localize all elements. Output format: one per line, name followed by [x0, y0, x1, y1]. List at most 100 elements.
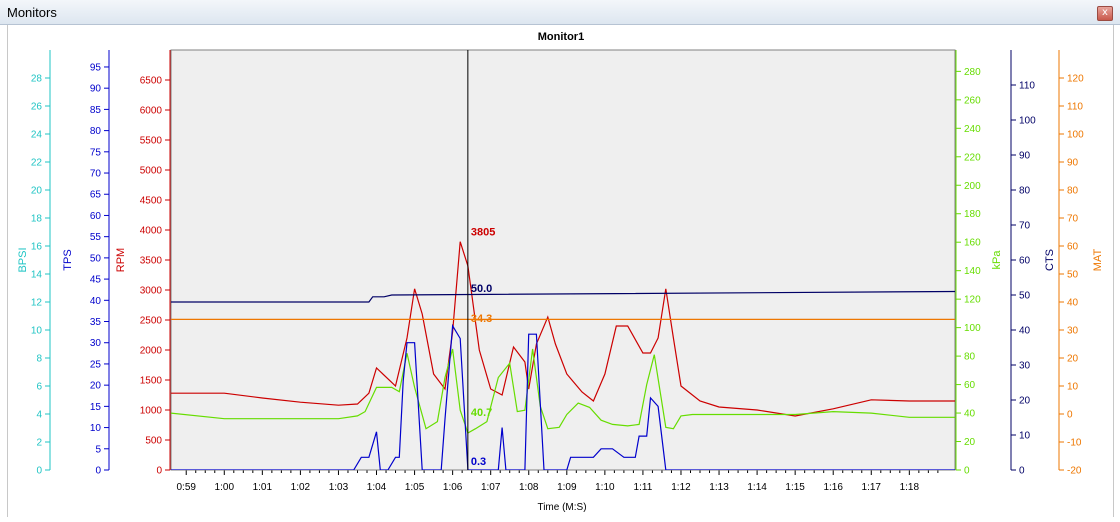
tick-label-rpm: 1500 — [140, 376, 163, 387]
tick-label-mat: 20 — [1067, 354, 1079, 365]
tick-label-kpa: 160 — [964, 238, 981, 249]
x-tick-label: 1:06 — [443, 482, 463, 493]
tick-label-cts: 30 — [1019, 361, 1031, 372]
tick-label-rpm: 2000 — [140, 346, 163, 357]
tick-label-tps: 90 — [90, 84, 102, 95]
tick-label-cts: 20 — [1019, 396, 1031, 407]
tick-label-tps: 60 — [90, 211, 102, 222]
x-tick-label: 1:12 — [671, 482, 691, 493]
tick-label-kpa: 220 — [964, 152, 981, 163]
axis-title-bpsi: BPSI — [17, 247, 29, 272]
tick-label-cts: 110 — [1019, 81, 1035, 92]
tick-label-kpa: 120 — [964, 295, 981, 306]
axis-title-rpm: RPM — [115, 248, 127, 272]
cursor-value-mat: 34.3 — [471, 313, 492, 325]
close-button[interactable]: x — [1097, 6, 1113, 21]
tick-label-cts: 50 — [1019, 291, 1031, 302]
tick-label-rpm: 3000 — [140, 286, 163, 297]
tick-label-bpsi: 16 — [31, 242, 43, 253]
tick-label-tps: 35 — [90, 317, 102, 328]
x-tick-label: 1:01 — [253, 482, 273, 493]
tick-label-cts: 90 — [1019, 151, 1031, 162]
tick-label-tps: 80 — [90, 126, 102, 137]
tick-label-tps: 30 — [90, 338, 102, 349]
plot-area[interactable] — [170, 49, 956, 471]
x-tick-label: 1:08 — [519, 482, 539, 493]
tick-label-mat: -10 — [1067, 438, 1082, 449]
tick-label-bpsi: 2 — [36, 438, 42, 449]
chart-panel: 0 2 4 6 8 10 12 14 16 18 20 22 24 26 28 BPSI 0 5 10 15 20 25 3… — [7, 25, 1114, 517]
tick-label-kpa: 20 — [964, 437, 976, 448]
tick-label-kpa: 280 — [964, 67, 981, 78]
tick-label-kpa: 80 — [964, 352, 976, 363]
tick-label-mat: 110 — [1067, 102, 1083, 113]
tick-label-rpm: 0 — [156, 466, 162, 477]
x-axis: 0:59 1:00 1:01 1:02 1:03 1:04 1:05 1:06 1:07 1:08… — [176, 470, 939, 493]
tick-label-bpsi: 24 — [31, 130, 43, 141]
tick-label-tps: 40 — [90, 296, 102, 307]
tick-label-tps: 45 — [90, 275, 102, 286]
tick-label-rpm: 3500 — [140, 256, 163, 267]
window-title: Monitors — [7, 5, 57, 20]
tick-label-tps: 10 — [90, 423, 102, 434]
axis-bpsi: 0246810121416182022242628BPSI — [17, 50, 51, 477]
x-tick-label: 1:03 — [329, 482, 349, 493]
axis-title-cts: CTS — [1044, 249, 1056, 271]
x-tick-label: 1:07 — [481, 482, 501, 493]
tick-label-rpm: 5000 — [140, 166, 163, 177]
tick-label-bpsi: 4 — [36, 410, 42, 421]
tick-label-rpm: 5500 — [140, 136, 163, 147]
x-tick-label: 1:18 — [900, 482, 920, 493]
close-icon: x — [1102, 7, 1108, 18]
axis-rpm: 0 500 1000 1500 2000 2500 3000 3500 4000 4500 5000… — [115, 50, 171, 477]
tick-label-cts: 80 — [1019, 186, 1031, 197]
x-tick-label: 1:11 — [634, 482, 653, 493]
tick-label-mat: 30 — [1067, 326, 1079, 337]
tick-label-tps: 25 — [90, 359, 102, 370]
x-tick-label: 1:00 — [215, 482, 235, 493]
tick-label-rpm: 4000 — [140, 226, 163, 237]
tick-label-bpsi: 26 — [31, 102, 43, 113]
tick-label-bpsi: 6 — [36, 382, 42, 393]
tick-label-kpa: 140 — [964, 266, 981, 277]
cursor-value-cts: 50.0 — [471, 283, 492, 295]
tick-label-tps: 55 — [90, 232, 102, 243]
x-tick-label: 1:15 — [785, 482, 805, 493]
x-axis-label: Time (M:S) — [537, 502, 586, 513]
x-tick-label: 1:10 — [595, 482, 615, 493]
tick-label-tps: 0 — [95, 466, 101, 477]
tick-label-bpsi: 14 — [31, 270, 43, 281]
tick-label-tps: 5 — [95, 444, 101, 455]
monitor-chart[interactable]: 0246810121416182022242628BPSI05101520253… — [8, 25, 1113, 517]
axis-tps: 0 5 10 15 20 25 30 35 40 45 50 55 60 65 70 75 80 85 90 95 TP… — [62, 50, 110, 477]
tick-label-rpm: 6000 — [140, 106, 163, 117]
cursor-value-kpa: 40.7 — [471, 407, 492, 419]
tick-label-kpa: 0 — [964, 466, 970, 477]
cursor-value-rpm: 3805 — [471, 227, 495, 239]
x-tick-label: 1:05 — [405, 482, 425, 493]
tick-label-rpm: 2500 — [140, 316, 163, 327]
tick-label-kpa: 40 — [964, 409, 976, 420]
tick-label-bpsi: 18 — [31, 214, 43, 225]
monitors-window: Monitors x 0 2 4 6 8 10 12 14 16 18 20 22 24 26 28 BPSI… — [0, 0, 1120, 517]
tick-label-bpsi: 0 — [36, 466, 42, 477]
tick-label-bpsi: 28 — [31, 74, 43, 85]
tick-label-bpsi: 20 — [31, 186, 43, 197]
tick-label-mat: 0 — [1067, 410, 1073, 421]
tick-label-mat: 100 — [1067, 130, 1084, 141]
axis-title-tps: TPS — [62, 249, 74, 270]
tick-label-rpm: 4500 — [140, 196, 163, 207]
tick-label-tps: 50 — [90, 253, 102, 264]
tick-label-cts: 0 — [1019, 466, 1025, 477]
x-tick-label: 1:09 — [557, 482, 577, 493]
tick-label-rpm: 500 — [145, 436, 162, 447]
tick-label-tps: 65 — [90, 190, 102, 201]
axis-mat: -20 -10 0 10 20 30 40 50 60 70 80 90 100 110 120 MAT — [1058, 50, 1104, 477]
tick-label-cts: 70 — [1019, 221, 1031, 232]
x-tick-label: 1:14 — [747, 482, 767, 493]
tick-label-mat: 60 — [1067, 242, 1079, 253]
tick-label-kpa: 200 — [964, 181, 981, 192]
window-titlebar[interactable]: Monitors x — [0, 0, 1120, 25]
tick-label-bpsi: 10 — [31, 326, 43, 337]
x-tick-label: 1:04 — [367, 482, 387, 493]
